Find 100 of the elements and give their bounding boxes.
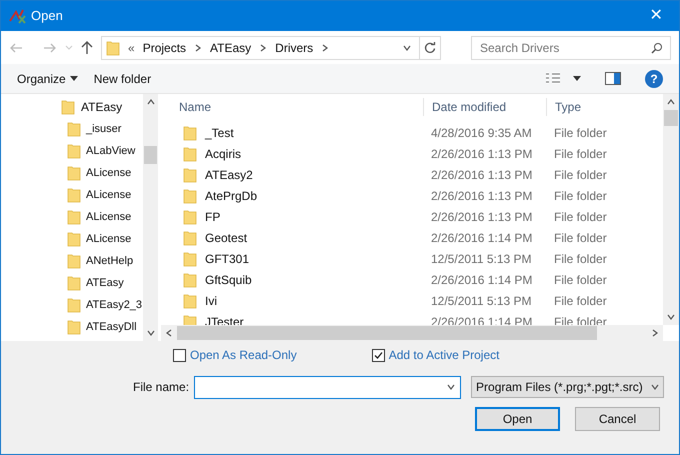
scrollbar[interactable] — [161, 325, 663, 341]
chevron-down-icon[interactable] — [667, 313, 675, 321]
date-cell-text: 2/26/2016 1:14 PM — [430, 272, 534, 288]
tree-item[interactable]: ALicense — [1, 228, 143, 250]
chevron-up-icon[interactable] — [146, 98, 154, 106]
tree-item[interactable]: ALicense — [1, 206, 143, 228]
folder-icon — [67, 165, 81, 181]
cancel-button[interactable]: Cancel — [575, 407, 660, 431]
window-title: Open — [31, 7, 63, 26]
tree-item[interactable]: ALicense — [1, 162, 143, 184]
file-name: Geotest — [205, 230, 248, 246]
checkbox-label[interactable]: Open As Read-Only — [190, 346, 297, 364]
date-cell-text: 2/26/2016 1:14 PM — [430, 230, 534, 246]
chevron-down-icon[interactable] — [146, 329, 154, 337]
type-cell-text: File folder — [553, 166, 607, 184]
date-cell-text: 12/5/2011 5:13 PM — [430, 292, 533, 310]
date-cell-text: 2/26/2016 1:13 PM — [430, 208, 534, 226]
chevron-right-icon[interactable] — [651, 329, 659, 337]
type-cell-text: File folder — [553, 188, 607, 204]
new-folder-button[interactable]: New folder — [94, 70, 152, 88]
breadcrumb-overflow[interactable]: « — [128, 38, 135, 56]
file-row[interactable]: AtePrgDb 2/26/2016 1:13 PM File folder — [161, 185, 663, 206]
chevron-down-icon[interactable] — [447, 382, 456, 390]
checkbox-label[interactable]: Add to Active Project — [388, 346, 500, 364]
checkbox[interactable] — [372, 348, 385, 362]
type-cell-text: File folder — [553, 124, 607, 142]
chevron-right-icon[interactable] — [321, 44, 330, 52]
file-name-label: File name: — [133, 379, 190, 396]
scroll-thumb[interactable] — [664, 110, 678, 126]
breadcrumb-item[interactable]: ATEasy — [210, 38, 252, 56]
tree-item[interactable]: ATEasy — [1, 272, 143, 294]
folder-icon — [61, 99, 75, 115]
tree-item[interactable]: ANetHelp — [1, 250, 143, 272]
column-header[interactable]: Date modified — [423, 98, 546, 116]
tree-item[interactable]: ATEasy — [1, 96, 143, 118]
file-name-field[interactable] — [194, 376, 462, 398]
chevron-down-icon[interactable] — [403, 44, 411, 52]
type-cell-text: File folder — [553, 146, 607, 162]
file-row[interactable]: GFT301 12/5/2011 5:13 PM File folder — [161, 248, 663, 269]
file-row[interactable]: Ivi 12/5/2011 5:13 PM File folder — [161, 290, 663, 311]
folder-icon — [67, 143, 81, 159]
view-list-icon[interactable] — [545, 72, 561, 84]
tree-item[interactable]: ALicense — [1, 184, 143, 206]
checkbox[interactable] — [173, 348, 186, 362]
type-cell-text: File folder — [553, 292, 607, 310]
file-row[interactable]: Geotest 2/26/2016 1:14 PM File folder — [161, 227, 663, 248]
file-row[interactable]: ATEasy2 2/26/2016 1:13 PM File folder — [161, 164, 663, 185]
chevron-right-icon[interactable] — [194, 44, 202, 52]
date-cell-text: 2/26/2016 1:13 PM — [430, 146, 534, 162]
folder-icon — [67, 231, 81, 247]
scroll-thumb[interactable] — [144, 146, 157, 164]
app-logo-icon — [9, 8, 27, 24]
date-cell-text: 4/28/2016 9:35 AM — [430, 124, 533, 142]
scrollbar[interactable] — [143, 94, 158, 341]
help-button[interactable]: ? — [645, 70, 663, 88]
chevron-up-icon[interactable] — [667, 98, 675, 106]
date-cell-text: 12/5/2011 5:13 PM — [430, 250, 533, 268]
folder-icon — [183, 292, 197, 308]
folder-icon — [183, 166, 197, 182]
address-bar[interactable]: « Projects ATEasy Drivers — [101, 36, 441, 60]
folder-icon — [183, 230, 197, 246]
open-button[interactable]: Open — [475, 407, 560, 431]
chevron-down-icon[interactable] — [650, 383, 659, 391]
folder-icon — [183, 272, 197, 288]
file-row[interactable]: Acqiris 2/26/2016 1:13 PM File folder — [161, 143, 663, 164]
close-button[interactable]: ✕ — [641, 4, 671, 28]
tree-item[interactable]: _isuser — [1, 118, 143, 140]
folder-icon — [183, 250, 197, 266]
column-header[interactable]: Type — [546, 98, 582, 116]
organize-button[interactable]: Organize — [17, 70, 78, 88]
folder-icon — [183, 146, 197, 162]
tree-item[interactable]: ATEasyDll — [1, 316, 143, 338]
up-arrow-icon[interactable] — [81, 40, 93, 54]
file-row[interactable]: FP 2/26/2016 1:13 PM File folder — [161, 206, 663, 227]
chevron-right-icon[interactable] — [259, 44, 268, 52]
scrollbar[interactable] — [663, 94, 679, 325]
file-name: FP — [205, 208, 220, 226]
breadcrumb-item[interactable]: Drivers — [275, 38, 314, 56]
caret-down-icon[interactable] — [573, 76, 581, 81]
preview-pane-icon[interactable] — [605, 72, 621, 85]
type-cell-text: File folder — [553, 208, 607, 226]
folder-icon — [106, 40, 120, 56]
refresh-icon[interactable] — [424, 42, 436, 54]
file-type-dropdown[interactable]: Program Files (*.prg;*.pgt;*.src) — [471, 376, 664, 398]
file-row[interactable]: _Test 4/28/2016 9:35 AM File folder — [161, 122, 663, 143]
scroll-thumb[interactable] — [177, 326, 597, 340]
file-row[interactable]: GftSquib 2/26/2016 1:14 PM File folder — [161, 269, 663, 290]
folder-icon — [183, 124, 197, 140]
caret-down-icon — [70, 76, 78, 81]
breadcrumb-item[interactable]: Projects — [142, 38, 186, 56]
folder-icon — [67, 121, 81, 137]
tree-item[interactable]: ATEasy2_3 — [1, 294, 143, 316]
chevron-left-icon[interactable] — [165, 329, 173, 337]
search-field[interactable]: Search Drivers — [471, 36, 671, 60]
file-name: AtePrgDb — [205, 188, 258, 204]
column-header[interactable]: Name — [161, 98, 423, 116]
file-name: GFT301 — [205, 250, 250, 268]
date-cell-text: 2/26/2016 1:13 PM — [430, 166, 534, 184]
tree-item[interactable]: ALabView — [1, 140, 143, 162]
search-icon — [651, 42, 663, 54]
